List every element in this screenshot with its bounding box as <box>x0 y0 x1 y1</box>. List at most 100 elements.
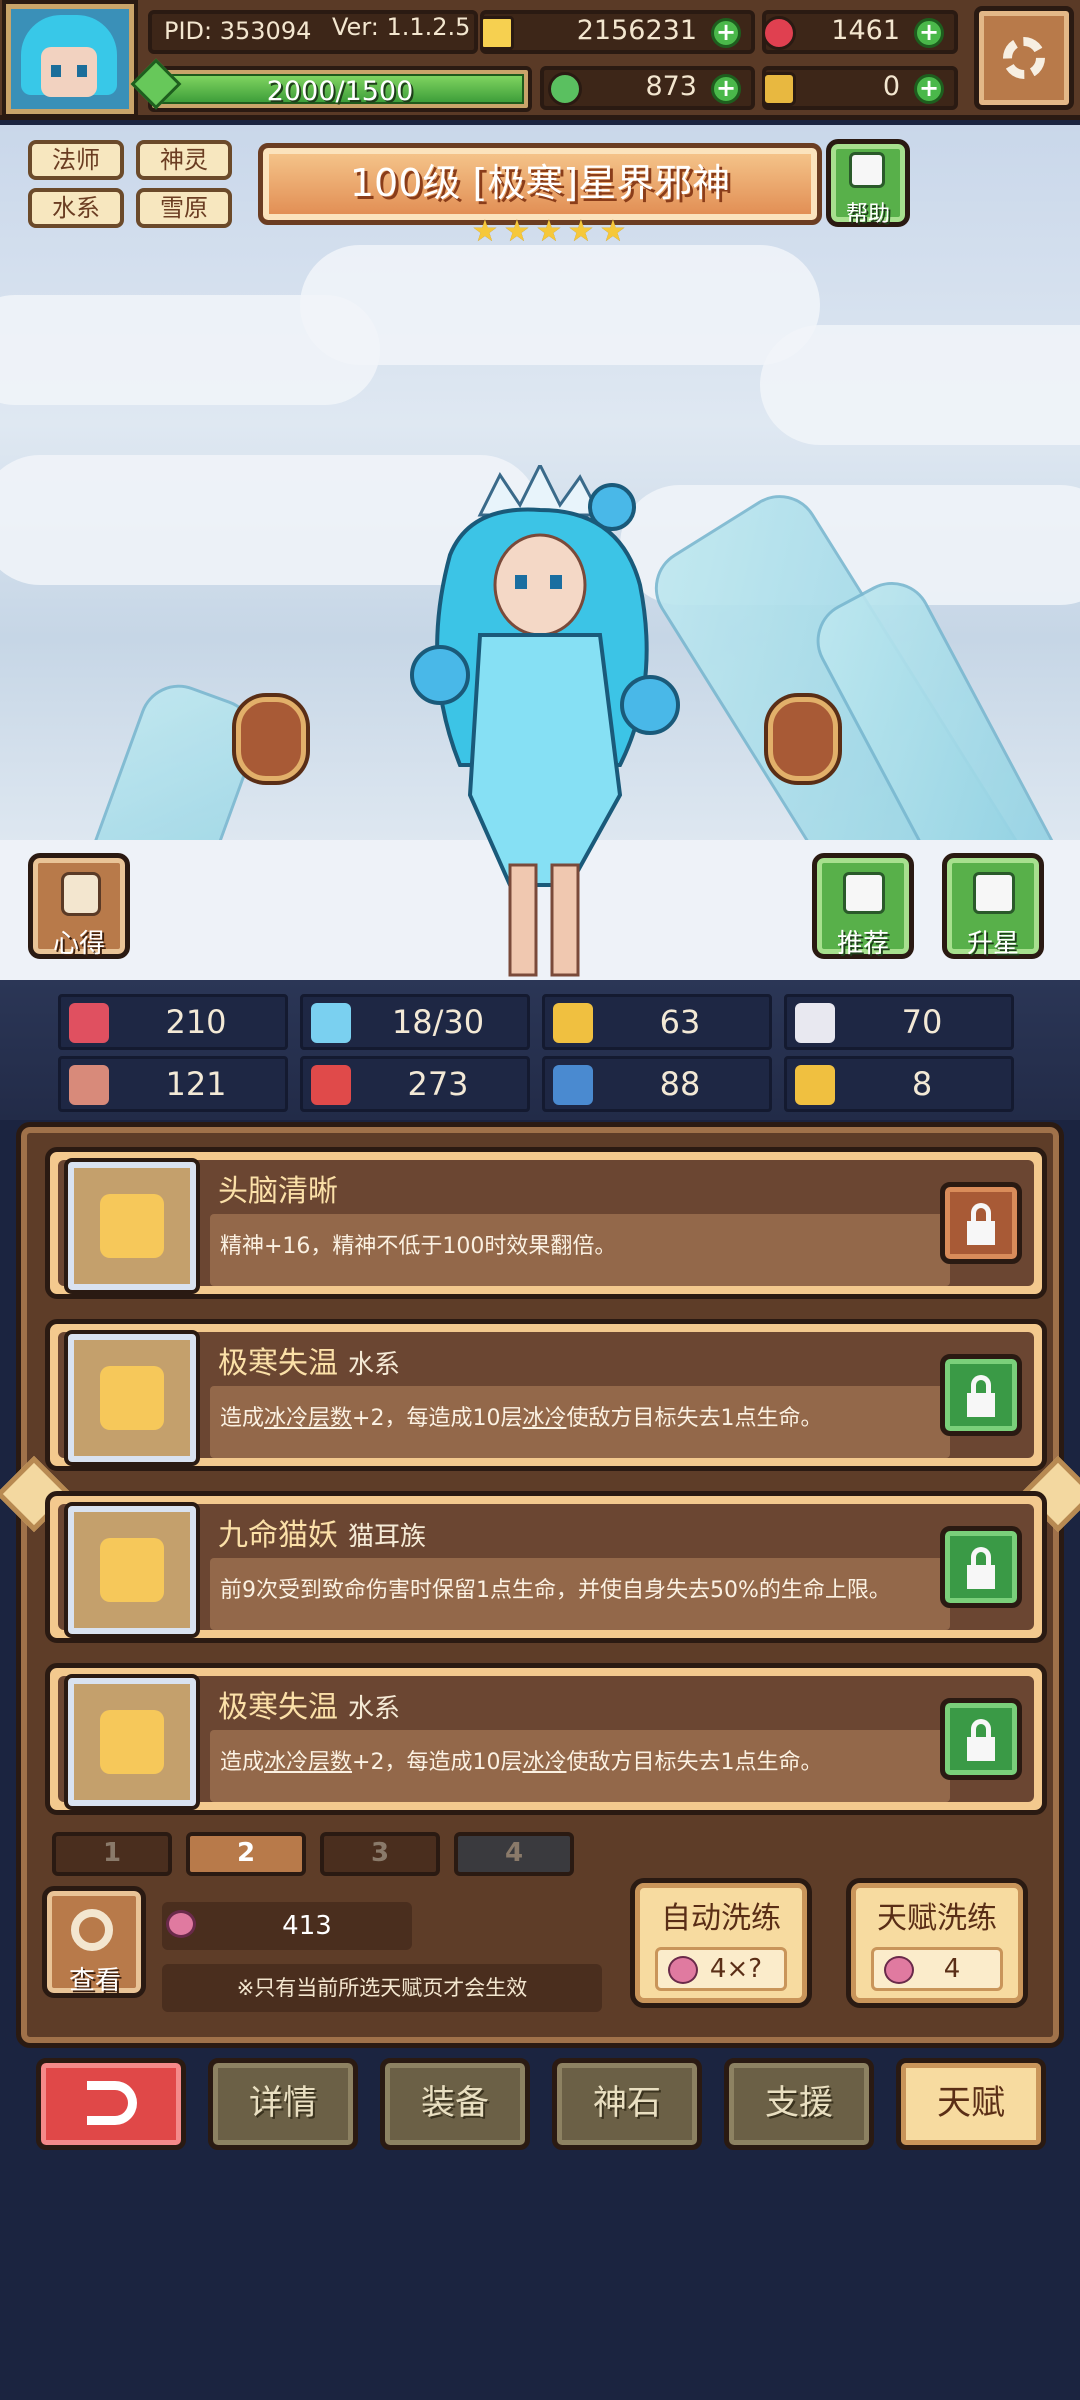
shield-icon <box>553 1003 593 1043</box>
talent-page-tab-3[interactable]: 3 <box>320 1832 440 1876</box>
energy-bar: 2000/1500 <box>130 58 532 112</box>
talent-tag: 水系 <box>348 1350 401 1380</box>
gold-counter: 2156231 + <box>480 10 755 54</box>
tag-water: 水系 <box>28 188 124 228</box>
potion-icon <box>762 72 796 106</box>
star-badge-icon <box>973 872 1015 914</box>
add-gem-button[interactable]: + <box>914 18 944 48</box>
lock-open-icon[interactable] <box>940 1182 1022 1264</box>
add-potion-button[interactable]: + <box>914 74 944 104</box>
hero-title: 100级 [极寒]星界邪神 <box>349 161 731 205</box>
magnifier-icon <box>71 1909 113 1951</box>
gem-counter: 1461 + <box>762 10 958 54</box>
talent-page-tab-1[interactable]: 1 <box>52 1832 172 1876</box>
stat-mana-drop: 18/30 <box>300 994 530 1050</box>
talent-name: 极寒失温 水系 <box>218 1346 401 1381</box>
hero-name-banner: 100级 [极寒]星界邪神 <box>258 143 822 225</box>
player-avatar[interactable] <box>6 4 134 114</box>
stat-fist: 121 <box>58 1056 288 1112</box>
star-icon: ★ <box>599 214 627 249</box>
mana-drop-icon <box>311 1003 351 1043</box>
bottom-nav: 详情 装备 神石 支援 天赋 <box>0 2054 1080 2164</box>
back-button[interactable] <box>36 2058 186 2150</box>
horseshoe-icon <box>795 1065 835 1105</box>
star-icon: ★ <box>535 214 563 249</box>
stat-shield: 63 <box>542 994 772 1050</box>
right-gem-slot[interactable] <box>768 697 838 781</box>
energy-text: 2000/1500 <box>266 76 414 107</box>
star-up-button[interactable]: 升星 <box>942 853 1044 959</box>
gear-icon <box>1003 37 1045 79</box>
peach-count: 413 <box>162 1902 412 1950</box>
stat-value: 63 <box>659 1003 701 1041</box>
clover-icon <box>548 72 582 106</box>
star-icon: ★ <box>567 214 595 249</box>
stat-horseshoe: 8 <box>784 1056 1014 1112</box>
wing-icon <box>795 1003 835 1043</box>
talent-note: ※只有当前所选天赋页才会生效 <box>162 1964 602 2012</box>
star-icon: ★ <box>471 214 499 249</box>
add-gold-button[interactable]: + <box>711 18 741 48</box>
hero-character <box>380 461 700 980</box>
lock-closed-icon[interactable] <box>940 1698 1022 1780</box>
talent-description: 造成冰冷层数+2，每造成10层冰冷使敌方目标失去1点生命。 <box>220 1750 823 1775</box>
talent-wash-button[interactable]: 天赋洗练 4 <box>846 1878 1028 2008</box>
nav-tab-5[interactable]: 天赋 <box>896 2058 1046 2150</box>
settings-button[interactable] <box>974 6 1074 110</box>
talent-bottom-row: 查看 413 ※只有当前所选天赋页才会生效 自动洗练 4×? 天赋洗练 4 <box>30 1878 1050 2026</box>
talent-card[interactable]: 极寒失温 水系 造成冰冷层数+2，每造成10层冰冷使敌方目标失去1点生命。 <box>45 1319 1047 1471</box>
top-bar: PID: 353094 Ver: 1.1.2.5 2156231 + 1461 … <box>0 0 1080 120</box>
talent-page-tab-4[interactable]: 4 <box>454 1832 574 1876</box>
talent-tag: 猫耳族 <box>348 1522 427 1552</box>
talent-card[interactable]: 九命猫妖 猫耳族 前9次受到致命伤害时保留1点生命，并使自身失去50%的生命上限。 <box>45 1491 1047 1643</box>
tag-deity: 神灵 <box>136 140 232 180</box>
lock-closed-icon[interactable] <box>940 1354 1022 1436</box>
stat-wing: 70 <box>784 994 1014 1050</box>
thumbs-up-icon <box>843 872 885 914</box>
energy-fill: 2000/1500 <box>156 74 524 107</box>
talent-description: 前9次受到致命伤害时保留1点生命，并使自身失去50%的生命上限。 <box>220 1578 891 1603</box>
hero-scene: 法师 神灵 水系 雪原 100级 [极寒]星界邪神 ★ ★ ★ ★ ★ 帮助 心得 推荐 <box>0 125 1080 980</box>
help-button[interactable]: 帮助 <box>826 139 910 227</box>
peach-icon <box>668 1956 698 1984</box>
talent-description: 造成冰冷层数+2，每造成10层冰冷使敌方目标失去1点生命。 <box>220 1406 823 1431</box>
hero-stars: ★ ★ ★ ★ ★ <box>470 217 628 253</box>
gold-coin-icon <box>480 16 514 50</box>
stat-value: 88 <box>659 1065 701 1103</box>
potion-counter: 0 + <box>762 66 958 110</box>
stat-value: 18/30 <box>391 1003 485 1041</box>
clover-counter: 873 + <box>540 66 755 110</box>
nav-tab-1[interactable]: 详情 <box>208 2058 358 2150</box>
add-clover-button[interactable]: + <box>711 74 741 104</box>
stat-value: 8 <box>911 1065 933 1103</box>
insight-button[interactable]: 心得 <box>28 853 130 959</box>
peach-icon <box>884 1956 914 1984</box>
red-gem-icon <box>762 16 796 50</box>
talent-icon <box>68 1162 196 1290</box>
view-button[interactable]: 查看 <box>42 1886 146 1998</box>
stat-heart: 210 <box>58 994 288 1050</box>
nav-tab-4[interactable]: 支援 <box>724 2058 874 2150</box>
question-icon <box>849 152 885 188</box>
talent-card[interactable]: 极寒失温 水系 造成冰冷层数+2，每造成10层冰冷使敌方目标失去1点生命。 <box>45 1663 1047 1815</box>
talent-icon <box>68 1678 196 1806</box>
stat-boot: 88 <box>542 1056 772 1112</box>
back-arrow-icon <box>87 2081 137 2125</box>
stat-value: 70 <box>901 1003 943 1041</box>
nav-tab-3[interactable]: 神石 <box>552 2058 702 2150</box>
talent-name: 九命猫妖 猫耳族 <box>218 1518 427 1553</box>
stat-value: 273 <box>407 1065 469 1103</box>
stat-value: 121 <box>165 1065 227 1103</box>
left-gem-slot[interactable] <box>236 697 306 781</box>
fist-icon <box>69 1065 109 1105</box>
stats-panel: 210 18/30 63 70 121 273 88 8 <box>0 980 1080 1120</box>
lock-closed-icon[interactable] <box>940 1526 1022 1608</box>
auto-wash-button[interactable]: 自动洗练 4×? <box>630 1878 812 2008</box>
stat-value: 210 <box>165 1003 227 1041</box>
talent-page-tab-2[interactable]: 2 <box>186 1832 306 1876</box>
talent-card[interactable]: 头脑清晰 精神+16，精神不低于100时效果翻倍。 <box>45 1147 1047 1299</box>
stat-spellbook: 273 <box>300 1056 530 1112</box>
recommend-button[interactable]: 推荐 <box>812 853 914 959</box>
nav-tab-2[interactable]: 装备 <box>380 2058 530 2150</box>
heart-icon <box>69 1003 109 1043</box>
